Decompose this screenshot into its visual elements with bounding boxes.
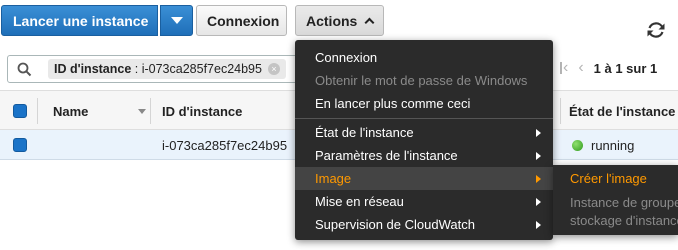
chevron-right-icon — [536, 198, 541, 206]
chevron-up-icon — [364, 17, 375, 28]
search-icon — [17, 62, 32, 77]
running-status-icon — [572, 139, 583, 151]
connect-button[interactable]: Connexion — [196, 5, 287, 36]
menu-item-connect[interactable]: Connexion — [295, 46, 553, 69]
launch-options-dropdown[interactable] — [160, 5, 193, 36]
menu-item-instance-settings[interactable]: Paramètres de l'instance — [295, 144, 553, 167]
refresh-icon[interactable] — [645, 19, 667, 41]
filter-token-separator: : — [131, 62, 142, 76]
actions-button-label: Actions — [306, 12, 358, 29]
menu-item-label: Mise en réseau — [315, 194, 404, 209]
menu-item-label: Connexion — [315, 50, 378, 65]
chevron-right-icon — [536, 221, 541, 229]
column-header-instance-state[interactable]: État de l'instance — [569, 91, 678, 131]
menu-item-cloudwatch-monitoring[interactable]: Supervision de CloudWatch — [295, 213, 553, 236]
menu-item-label: En lancer plus comme ceci — [315, 96, 471, 111]
previous-page-icon[interactable]: ‹ — [578, 59, 583, 77]
filter-token-value: i-073ca285f7ec24b95 — [141, 62, 262, 76]
menu-item-label: Supervision de CloudWatch — [315, 217, 475, 232]
chevron-down-icon — [170, 17, 183, 24]
search-input[interactable]: ID d'instance : i-073ca285f7ec24b95 × — [7, 55, 303, 83]
launch-instance-button[interactable]: Lancer une instance — [1, 5, 158, 36]
submenu-item-label: Créer l'image — [570, 170, 647, 186]
menu-item-networking[interactable]: Mise en réseau — [295, 190, 553, 213]
image-submenu: Créer l'image Instance de groupe stockag… — [553, 165, 678, 235]
submenu-item-label: stockage d'instance — [570, 212, 678, 228]
row-checkbox[interactable] — [13, 138, 27, 152]
actions-menu: Connexion Obtenir le mot de passe de Win… — [295, 40, 553, 240]
close-icon[interactable]: × — [267, 63, 280, 75]
column-header-instance-id[interactable]: ID d'instance — [162, 91, 292, 131]
cell-instance-id: i-073ca285f7ec24b95 — [162, 137, 288, 153]
chevron-right-icon — [536, 152, 541, 160]
select-all-checkbox-cell — [13, 91, 27, 131]
chevron-right-icon — [536, 129, 541, 137]
column-header-instance-state-label: État de l'instance — [569, 103, 676, 119]
menu-item-label: État de l'instance — [315, 125, 414, 140]
column-header-instance-id-label: ID d'instance — [162, 103, 243, 119]
chevron-right-icon — [536, 175, 541, 183]
filter-token[interactable]: ID d'instance : i-073ca285f7ec24b95 × — [48, 59, 286, 79]
sort-icon[interactable] — [138, 108, 146, 114]
first-page-icon[interactable]: ‹ — [560, 59, 568, 77]
filter-token-key: ID d'instance — [54, 62, 132, 76]
column-header-name[interactable]: Name — [53, 91, 149, 131]
menu-item-get-windows-password: Obtenir le mot de passe de Windows — [295, 69, 553, 92]
menu-item-launch-more-like-this[interactable]: En lancer plus comme ceci — [295, 92, 553, 115]
menu-item-image[interactable]: Image — [295, 167, 553, 190]
actions-button[interactable]: Actions — [295, 5, 384, 36]
row-checkbox-cell — [13, 130, 27, 160]
toolbar: Lancer une instance Connexion Actions — [0, 0, 678, 44]
pagination-range: 1 à 1 sur 1 — [593, 60, 658, 76]
menu-divider — [295, 118, 553, 119]
launch-instance-group: Lancer une instance — [1, 5, 193, 36]
connect-button-label: Connexion — [207, 12, 280, 29]
cell-instance-state: running — [572, 130, 634, 160]
pagination: ‹ ‹ 1 à 1 sur 1 — [560, 59, 657, 77]
select-all-checkbox[interactable] — [13, 104, 27, 118]
menu-item-label: Paramètres de l'instance — [315, 148, 458, 163]
submenu-item-instance-store: stockage d'instance — [553, 209, 678, 231]
instance-state-label: running — [591, 137, 635, 153]
submenu-item-label: Instance de groupe — [570, 194, 678, 210]
column-header-name-label: Name — [53, 103, 89, 119]
menu-item-instance-state[interactable]: État de l'instance — [295, 121, 553, 144]
menu-item-label: Image — [315, 171, 352, 186]
menu-item-label: Obtenir le mot de passe de Windows — [315, 73, 528, 88]
submenu-item-create-image[interactable]: Créer l'image — [553, 167, 678, 189]
